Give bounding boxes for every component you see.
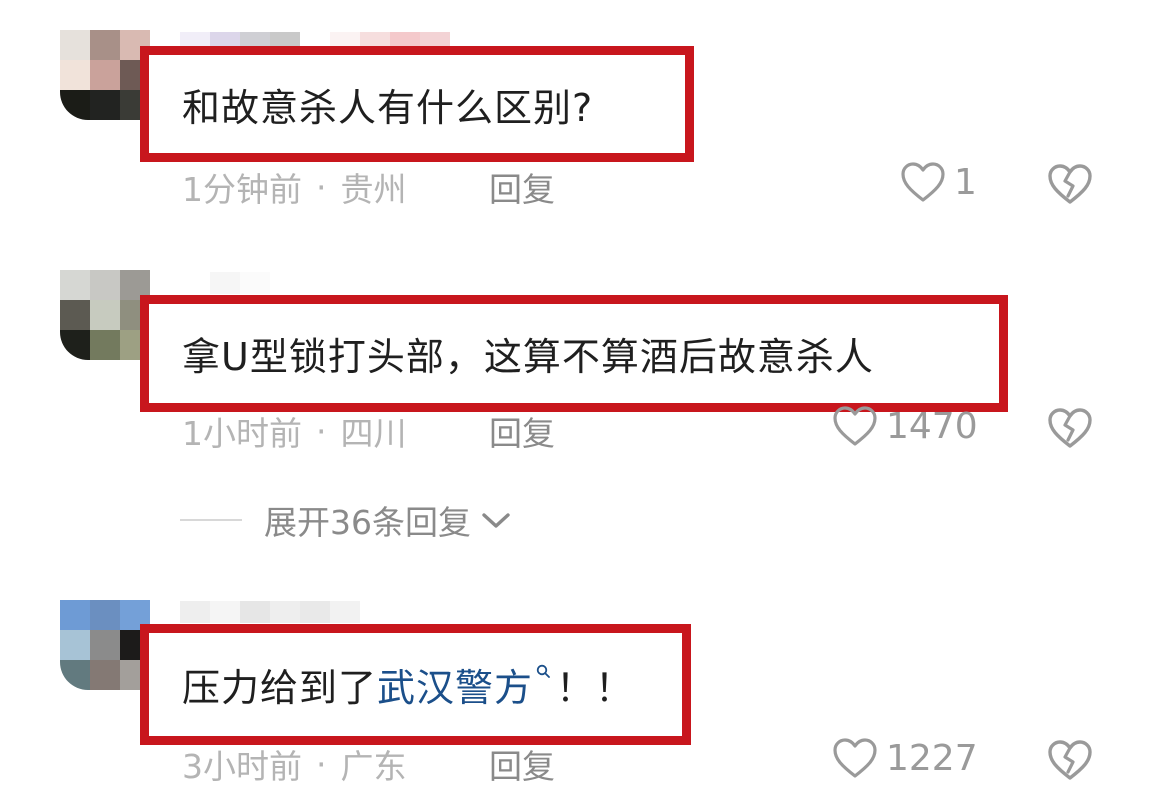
like-count: 1227 [886, 737, 978, 779]
comment-location: 广东 [340, 747, 407, 786]
chevron-down-icon [482, 513, 510, 528]
separator: · [316, 411, 327, 451]
search-icon[interactable] [536, 664, 550, 678]
broken-heart-icon [1048, 164, 1092, 204]
dislike-button[interactable] [1046, 406, 1094, 454]
comment-meta: 1分钟前 · 贵州 [182, 163, 407, 211]
comment-text-highlight: 和故意杀人有什么区别? [140, 46, 694, 162]
like-count: 1470 [886, 405, 978, 447]
comment-text-highlight: 压力给到了 武汉警方 ！！ [140, 624, 691, 745]
comment-time: 1分钟前 [182, 170, 302, 209]
heart-outline-icon [833, 406, 877, 446]
keyword-link[interactable]: 武汉警方 [377, 657, 533, 712]
reply-button[interactable]: 回复 [489, 740, 555, 788]
comment-time: 1小时前 [182, 414, 302, 453]
comment-text: 和故意杀人有什么区别? [182, 85, 594, 130]
comment-location: 四川 [340, 414, 407, 453]
like-button[interactable]: 1 [900, 161, 977, 203]
dislike-button[interactable] [1046, 162, 1094, 210]
dislike-button[interactable] [1046, 738, 1094, 786]
broken-heart-icon [1048, 740, 1092, 780]
expand-replies-label: 展开36条回复 [264, 503, 471, 542]
avatar[interactable] [60, 600, 150, 690]
avatar[interactable] [60, 270, 150, 360]
like-button[interactable]: 1227 [832, 737, 978, 779]
like-count: 1 [954, 161, 977, 203]
username-blurred[interactable] [180, 601, 360, 623]
comment-meta: 3小时前 · 广东 [182, 740, 407, 788]
reply-button[interactable]: 回复 [489, 407, 555, 455]
comment-text: 拿U型锁打头部，这算不算酒后故意杀人 [182, 335, 874, 379]
separator: · [316, 167, 327, 207]
comment-text-after: ！！ [556, 666, 635, 710]
comment-text-before: 压力给到了 [182, 666, 378, 710]
comment-text-highlight: 拿U型锁打头部，这算不算酒后故意杀人 [140, 295, 1008, 412]
avatar[interactable] [60, 30, 150, 120]
divider-line [180, 519, 242, 521]
username-blurred[interactable] [180, 272, 270, 294]
comment-meta: 1小时前 · 四川 [182, 407, 407, 455]
broken-heart-icon [1048, 408, 1092, 448]
heart-outline-icon [901, 162, 945, 202]
heart-outline-icon [833, 738, 877, 778]
separator: · [316, 744, 327, 784]
reply-button[interactable]: 回复 [489, 163, 555, 211]
comment-location: 贵州 [340, 170, 407, 209]
comment-time: 3小时前 [182, 747, 302, 786]
expand-replies-button[interactable]: 展开36条回复 [180, 496, 511, 544]
like-button[interactable]: 1470 [832, 405, 978, 447]
